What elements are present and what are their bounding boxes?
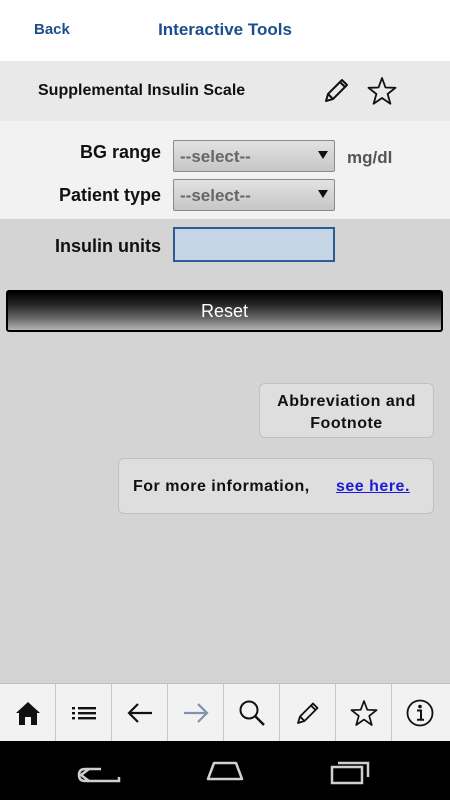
chevron-down-icon — [318, 151, 328, 159]
search-icon[interactable] — [224, 684, 280, 741]
bg-range-select[interactable]: --select-- — [173, 140, 335, 172]
bg-range-select-value: --select-- — [180, 147, 251, 166]
list-icon[interactable] — [56, 684, 112, 741]
nav-home-icon[interactable] — [200, 755, 250, 787]
bottom-toolbar — [0, 683, 450, 741]
top-bar: Back Interactive Tools — [0, 0, 450, 61]
app-title: Interactive Tools — [158, 20, 292, 39]
bg-range-unit: mg/dl — [347, 148, 393, 167]
abbreviation-line-1: Abbreviation and — [277, 393, 416, 410]
more-info-link[interactable]: see here. — [336, 478, 410, 496]
star-icon[interactable] — [366, 75, 398, 107]
forward-arrow-icon[interactable] — [168, 684, 224, 741]
home-icon[interactable] — [0, 684, 56, 741]
bg-range-label: BG range — [79, 142, 161, 162]
nav-recents-icon[interactable] — [326, 755, 376, 787]
patient-type-select-value: --select-- — [180, 186, 251, 205]
more-info-text: For more information, — [133, 478, 310, 495]
patient-type-select[interactable]: --select-- — [173, 179, 335, 211]
tool-title: Supplemental Insulin Scale — [38, 82, 246, 99]
abbreviation-footnote-button[interactable]: Abbreviation and Footnote — [259, 383, 434, 438]
pencil-icon[interactable] — [280, 684, 336, 741]
chevron-down-icon — [318, 190, 328, 198]
abbreviation-line-2: Footnote — [310, 415, 383, 432]
back-arrow-icon[interactable] — [112, 684, 168, 741]
reset-button[interactable]: Reset — [6, 290, 443, 332]
info-icon[interactable] — [392, 684, 450, 741]
more-info-box: For more information, see here. — [118, 458, 434, 514]
nav-back-icon[interactable] — [75, 755, 125, 787]
tool-header: Supplemental Insulin Scale — [0, 61, 450, 121]
patient-type-label: Patient type — [58, 185, 161, 205]
insulin-units-field[interactable] — [173, 227, 335, 262]
pencil-icon[interactable] — [320, 75, 352, 107]
form-section: BG range --select-- mg/dl Patient type -… — [0, 121, 450, 219]
star-icon[interactable] — [336, 684, 392, 741]
android-nav-bar — [0, 741, 450, 800]
insulin-units-label: Insulin units — [55, 236, 161, 256]
